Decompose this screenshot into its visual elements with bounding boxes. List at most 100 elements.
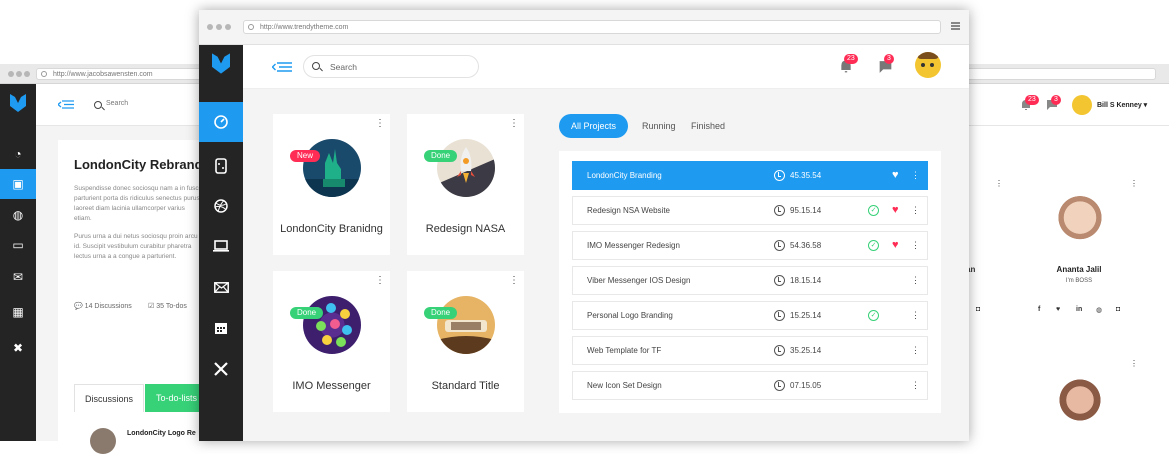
- user-name[interactable]: Bill S Kenney ▾: [1097, 101, 1147, 109]
- status-badge: Done: [290, 307, 324, 319]
- check-icon[interactable]: ✓: [868, 240, 879, 251]
- instagram-icon[interactable]: ◘: [1116, 306, 1120, 313]
- kebab-icon[interactable]: ⋮: [375, 276, 385, 286]
- tab-discussions[interactable]: Discussions: [74, 384, 144, 412]
- project-image: [437, 296, 495, 354]
- front-sidebar: [199, 45, 243, 441]
- project-row[interactable]: Viber Messenger IOS Design 18.15.14 ⋮: [572, 266, 928, 295]
- kebab-icon[interactable]: ⋮: [995, 179, 1003, 188]
- member-card: ⋮ Ananta Jalil I'm BOSS f ♥ in ◍ ◘: [1018, 176, 1140, 342]
- window-dot: [207, 24, 213, 30]
- kebab-icon[interactable]: ⋮: [1130, 359, 1138, 368]
- clock-icon: [774, 275, 785, 286]
- todos-count: ☑ 35 To-dos: [148, 303, 187, 310]
- tab-all-projects[interactable]: All Projects: [559, 114, 629, 138]
- avatar-hair: [917, 52, 939, 59]
- project-row[interactable]: Web Template for TF 35.25.14 ⋮: [572, 336, 928, 365]
- kebab-icon[interactable]: ⋮: [911, 197, 920, 224]
- member-role: I'm BOSS: [1065, 278, 1093, 284]
- avatar-eye: [930, 63, 934, 67]
- heart-icon[interactable]: ♥: [892, 238, 899, 252]
- project-title: Standard Title: [431, 380, 500, 392]
- project-row-time: 15.25.14: [790, 311, 822, 320]
- front-browser-chrome: http://www.trendytheme.com: [199, 10, 969, 45]
- window-dot: [216, 24, 222, 30]
- mail-icon[interactable]: [199, 267, 243, 307]
- back-search-input[interactable]: Search: [86, 95, 206, 115]
- projects-icon[interactable]: [199, 146, 243, 186]
- project-row-time: 18.15.14: [790, 276, 822, 285]
- kebab-icon[interactable]: ⋮: [911, 232, 920, 259]
- reload-icon: [41, 71, 47, 77]
- clock-icon: [774, 205, 785, 216]
- laptop-icon[interactable]: ▭: [0, 230, 36, 260]
- status-badge: Done: [424, 150, 458, 162]
- project-row[interactable]: IMO Messenger Redesign 54.36.58 ✓ ♥ ⋮: [572, 231, 928, 260]
- avatar-eye: [921, 63, 925, 67]
- menu-back-icon[interactable]: [272, 62, 292, 72]
- dribbble-icon[interactable]: ◍: [0, 200, 36, 230]
- project-row-time: 95.15.14: [790, 206, 822, 215]
- menu-back-icon[interactable]: [58, 100, 74, 109]
- member-card: [966, 356, 1004, 441]
- project-row[interactable]: Personal Logo Branding 15.25.14 ✓ ⋮: [572, 301, 928, 330]
- project-row[interactable]: New Icon Set Design 07.15.05 ⋮: [572, 371, 928, 400]
- calendar-icon[interactable]: [199, 308, 243, 348]
- projects-icon[interactable]: ▣: [0, 169, 36, 199]
- project-card[interactable]: ⋮ Done IMO Messenger: [273, 271, 390, 412]
- kebab-icon[interactable]: ⋮: [911, 372, 920, 399]
- kebab-icon[interactable]: ⋮: [911, 302, 920, 329]
- kebab-icon[interactable]: ⋮: [911, 162, 920, 189]
- project-title: IMO Messenger: [292, 380, 371, 392]
- project-row-name: Personal Logo Branding: [587, 311, 673, 320]
- kebab-icon[interactable]: ⋮: [911, 267, 920, 294]
- project-row[interactable]: LondonCity Branding 45.35.54 ♥ ⋮: [572, 161, 928, 190]
- window-dot: [24, 71, 30, 77]
- kebab-icon[interactable]: ⋮: [375, 119, 385, 129]
- project-card[interactable]: ⋮ Done Redesign NASA: [407, 114, 524, 255]
- project-row-name: Redesign NSA Website: [587, 206, 671, 215]
- window-dot: [8, 71, 14, 77]
- heart-icon[interactable]: ♥: [892, 203, 899, 217]
- back-url-text: http://www.jacobsawensten.com: [53, 71, 153, 78]
- project-row[interactable]: Redesign NSA Website 95.15.14 ✓ ♥ ⋮: [572, 196, 928, 225]
- back-notification-badge: 23: [1025, 95, 1039, 105]
- instagram-icon[interactable]: ◘: [976, 306, 980, 313]
- linkedin-icon[interactable]: in: [1076, 306, 1082, 313]
- kebab-icon[interactable]: ⋮: [509, 276, 519, 286]
- dribbble-icon[interactable]: ◍: [1096, 306, 1102, 314]
- user-avatar[interactable]: [1072, 95, 1092, 115]
- tools-icon[interactable]: [199, 349, 243, 389]
- mail-icon[interactable]: ✉: [0, 262, 36, 292]
- member-name: Ananta Jalil: [1056, 265, 1102, 274]
- facebook-icon[interactable]: f: [1038, 306, 1040, 313]
- search-input[interactable]: Search: [303, 55, 479, 78]
- reload-icon: [248, 24, 254, 30]
- dashboard-icon[interactable]: [199, 102, 243, 142]
- member-avatar: [1056, 376, 1104, 424]
- kebab-icon[interactable]: ⋮: [911, 337, 920, 364]
- todos-count-text: 35 To-dos: [156, 303, 187, 310]
- clock-icon: [774, 310, 785, 321]
- check-icon[interactable]: ✓: [868, 310, 879, 321]
- project-card[interactable]: ⋮ New LondonCity Branidng: [273, 114, 390, 255]
- project-card[interactable]: ⋮ Done Standard Title: [407, 271, 524, 412]
- laptop-icon[interactable]: [199, 226, 243, 266]
- check-icon[interactable]: ✓: [868, 205, 879, 216]
- heart-icon[interactable]: ♥: [892, 168, 899, 182]
- tab-running[interactable]: Running: [642, 114, 676, 138]
- browser-menu-icon[interactable]: [951, 22, 960, 24]
- kebab-icon[interactable]: ⋮: [509, 119, 519, 129]
- tools-icon[interactable]: ✖: [0, 333, 36, 363]
- front-url-bar[interactable]: http://www.trendytheme.com: [243, 20, 941, 34]
- calendar-icon[interactable]: ▦: [0, 297, 36, 327]
- kebab-icon[interactable]: ⋮: [1130, 179, 1138, 188]
- user-avatar[interactable]: [915, 52, 941, 78]
- twitter-icon[interactable]: ♥: [1056, 306, 1060, 313]
- logo-icon: [10, 94, 26, 112]
- discussions-count: 💬 14 Discussions: [74, 303, 132, 310]
- dribbble-icon[interactable]: [199, 186, 243, 226]
- member-avatar: [1056, 196, 1104, 244]
- tab-finished[interactable]: Finished: [691, 114, 725, 138]
- dashboard-icon[interactable]: ◔: [0, 139, 36, 169]
